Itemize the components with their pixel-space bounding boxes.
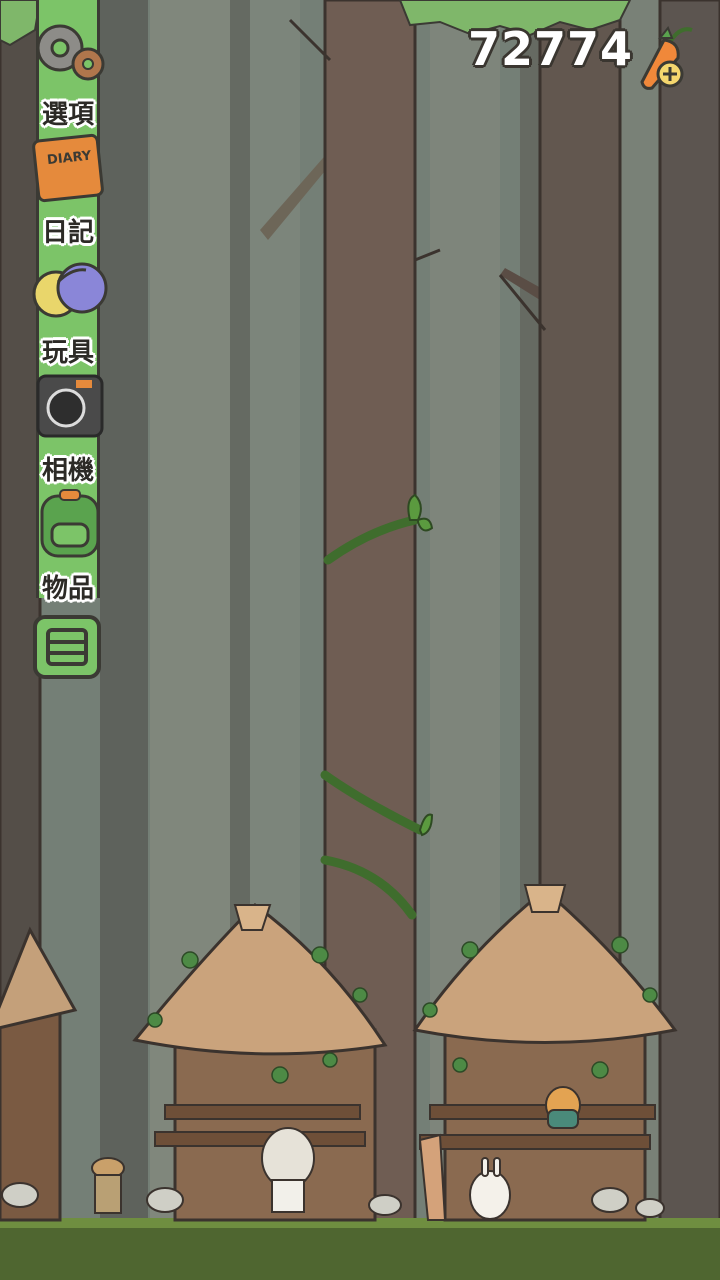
backpack-icon xyxy=(40,489,100,558)
camera-icon xyxy=(36,374,104,438)
menu-toys-button[interactable]: 玩具 xyxy=(20,250,116,368)
hamster-on-hut xyxy=(545,1086,581,1129)
menu-label: 玩具 xyxy=(41,338,94,368)
menu-items-button[interactable]: 物品 xyxy=(20,486,116,604)
carrot-count: 72774 xyxy=(468,22,634,76)
gear-icon xyxy=(36,24,105,81)
menu-label: 相機 xyxy=(41,456,94,486)
menu-diary-button[interactable]: DIARY 日記 xyxy=(20,130,116,248)
menu-options-button[interactable]: 選項 xyxy=(20,12,116,130)
menu-list-icon[interactable] xyxy=(32,614,102,680)
menu-camera-button[interactable]: 相機 xyxy=(20,368,116,486)
diary-book-icon: DIARY xyxy=(32,133,104,203)
menu-label: 物品 xyxy=(41,574,94,604)
menu-label: 日記 xyxy=(41,218,94,248)
carrot-plus-icon[interactable] xyxy=(630,24,704,96)
explorer-visitor xyxy=(91,1157,125,1214)
toy-balls-icon xyxy=(32,262,108,318)
menu-label: 選項 xyxy=(41,100,94,130)
